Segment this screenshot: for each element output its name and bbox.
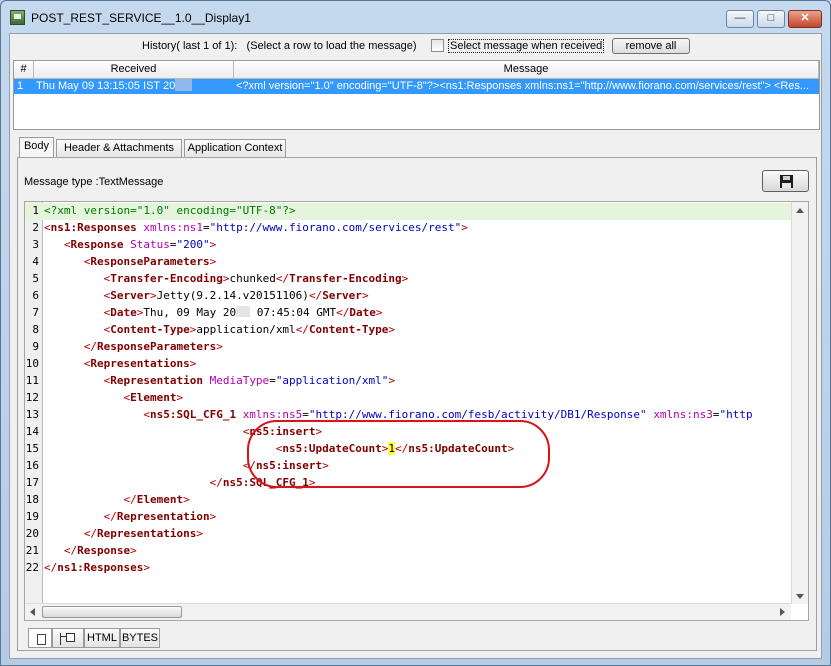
redacted-year xyxy=(175,79,193,91)
maximize-button[interactable]: □ xyxy=(757,10,785,28)
code-line: 22 </ns1:Responses> xyxy=(25,561,150,574)
document-icon xyxy=(37,634,46,645)
minimize-button[interactable]: — xyxy=(726,10,754,28)
horizontal-scroll-thumb[interactable] xyxy=(42,606,182,618)
horizontal-scrollbar[interactable] xyxy=(25,603,791,620)
code-line: 2 <ns1:Responses xmlns:ns1="http://www.fi… xyxy=(32,221,468,234)
code-line: 11 <Representation MediaType="applicatio… xyxy=(25,374,396,387)
xml-editor[interactable]: 1 <?xml version="1.0" encoding="UTF-8"?> … xyxy=(24,201,809,621)
tab-html[interactable]: HTML xyxy=(84,628,120,648)
row-received: Thu May 09 13:15:05 IST 20 xyxy=(36,79,232,94)
column-header-message[interactable]: Message xyxy=(234,61,819,79)
tab-tree-view[interactable] xyxy=(52,628,84,648)
body-panel: Message type :TextMessage 1 <?xml version… xyxy=(17,157,817,651)
code-line: 7 <Date>Thu, 09 May 20 07:45:04 GMT</Dat… xyxy=(32,306,383,319)
tab-bytes[interactable]: BYTES xyxy=(120,628,160,648)
floppy-disk-icon xyxy=(780,175,793,188)
code-line: 21 </Response> xyxy=(25,544,137,557)
code-line: 10 <Representations> xyxy=(25,357,197,370)
application-window: POST_REST_SERVICE__1.0__Display1 — □ ✕ H… xyxy=(0,0,831,666)
select-on-receive-checkbox[interactable] xyxy=(431,39,444,52)
code-line: 1 <?xml version="1.0" encoding="UTF-8"?> xyxy=(25,203,791,220)
title-bar[interactable]: POST_REST_SERVICE__1.0__Display1 — □ ✕ xyxy=(1,1,830,33)
history-label: History( last 1 of 1): (Select a row to … xyxy=(142,40,417,52)
close-button[interactable]: ✕ xyxy=(788,10,822,28)
tab-header-attachments[interactable]: Header & Attachments xyxy=(56,139,182,158)
highlight-annotation-circle xyxy=(247,420,550,488)
window-title: POST_REST_SERVICE__1.0__Display1 xyxy=(31,11,251,25)
code-line: 18 </Element> xyxy=(25,493,190,506)
remove-all-button[interactable]: remove all xyxy=(612,38,690,54)
code-line: 9 </ResponseParameters> xyxy=(32,340,223,353)
tree-view-icon xyxy=(60,633,75,645)
main-content: History( last 1 of 1): (Select a row to … xyxy=(9,33,822,659)
scroll-right-icon[interactable] xyxy=(780,608,785,616)
code-line: 3 <Response Status="200"> xyxy=(32,238,217,251)
code-line: 12 <Element> xyxy=(25,391,184,404)
code-line: 20 </Representations> xyxy=(25,527,203,540)
code-line: 19 </Representation> xyxy=(25,510,217,523)
code-line: 4 <ResponseParameters> xyxy=(32,255,217,268)
tab-text-view[interactable] xyxy=(28,628,52,648)
message-type-label: Message type :TextMessage xyxy=(24,176,164,188)
select-on-receive-label[interactable]: Select message when received xyxy=(448,39,605,53)
code-line: 6 <Server>Jetty(9.2.14.v20151106)</Serve… xyxy=(32,289,369,302)
column-header-received[interactable]: Received xyxy=(34,61,234,79)
save-button[interactable] xyxy=(762,170,809,192)
scroll-left-icon[interactable] xyxy=(30,608,35,616)
row-number: 1 xyxy=(17,80,24,92)
code-line: 8 <Content-Type>application/xml</Content… xyxy=(32,323,396,336)
table-row[interactable]: 1 Thu May 09 13:15:05 IST 20 <?xml versi… xyxy=(14,79,819,94)
history-bar: History( last 1 of 1): (Select a row to … xyxy=(10,34,821,58)
history-table: # Received Message 1 Thu May 09 13:15:05… xyxy=(13,60,820,130)
scroll-up-icon[interactable] xyxy=(796,208,804,213)
code-line: 5 <Transfer-Encoding>chunked</Transfer-E… xyxy=(32,272,409,285)
column-header-number[interactable]: # xyxy=(14,61,34,79)
scroll-down-icon[interactable] xyxy=(796,594,804,599)
row-message: <?xml version="1.0" encoding="UTF-8"?><n… xyxy=(236,80,810,92)
tab-application-context[interactable]: Application Context xyxy=(184,139,286,158)
app-icon xyxy=(10,10,25,25)
tab-body[interactable]: Body xyxy=(19,137,54,158)
vertical-scrollbar[interactable] xyxy=(791,202,808,604)
